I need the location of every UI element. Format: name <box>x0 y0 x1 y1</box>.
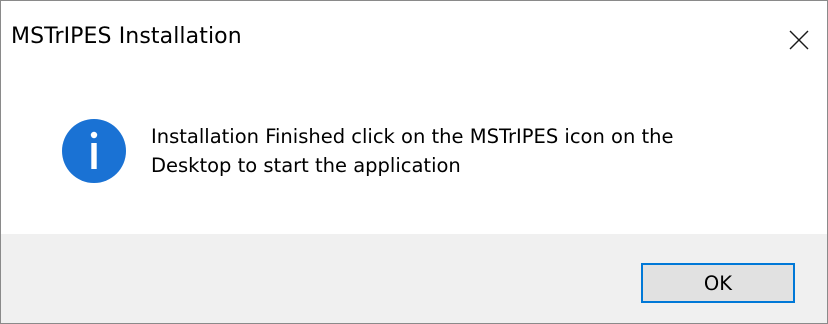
ok-button[interactable]: OK <box>641 263 795 303</box>
dialog-message: Installation Finished click on the MSTrI… <box>151 122 791 180</box>
close-icon <box>789 30 809 50</box>
information-icon <box>62 119 126 183</box>
message-line-1: Installation Finished click on the MSTrI… <box>151 125 674 148</box>
message-dialog: MSTrIPES Installation Installation Finis… <box>0 0 828 324</box>
dialog-content: Installation Finished click on the MSTrI… <box>1 79 827 234</box>
title-bar: MSTrIPES Installation <box>1 1 827 79</box>
button-bar: OK <box>1 234 827 323</box>
window-title: MSTrIPES Installation <box>11 24 242 49</box>
message-line-2: Desktop to start the application <box>151 154 461 177</box>
close-button[interactable] <box>771 1 827 79</box>
